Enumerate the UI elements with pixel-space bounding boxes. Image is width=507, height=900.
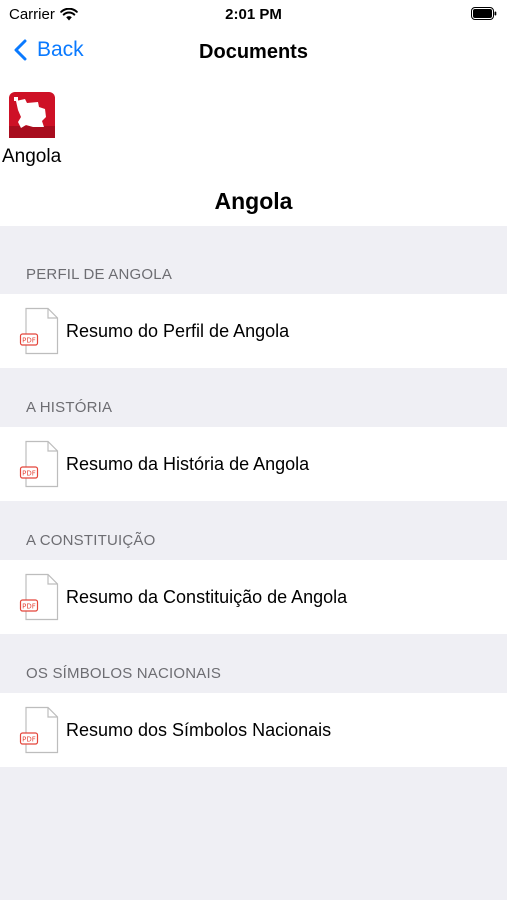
list-item-perfil[interactable]: PDF Resumo do Perfil de Angola — [0, 294, 507, 368]
section-header-constituicao: A CONSTITUIÇÃO — [26, 532, 156, 549]
list-item-label: Resumo do Perfil de Angola — [66, 321, 290, 341]
section-header-simbolos: OS SÍMBOLOS NACIONAIS — [26, 665, 222, 682]
pdf-file-icon: PDF — [19, 440, 59, 488]
country-name: Angola — [2, 146, 62, 167]
page-heading: Angola — [214, 188, 293, 214]
list-item-label: Resumo da História de Angola — [66, 454, 310, 474]
list-item-label: Resumo da Constituição de Angola — [66, 587, 348, 607]
section-header-historia: A HISTÓRIA — [26, 399, 113, 416]
list-item-simbolos[interactable]: PDF Resumo dos Símbolos Nacionais — [0, 693, 507, 767]
list-item-label: Resumo dos Símbolos Nacionais — [66, 720, 332, 740]
status-time: 2:01 PM — [225, 6, 282, 23]
pdf-file-icon: PDF — [19, 307, 59, 355]
pdf-file-icon: PDF — [19, 706, 59, 754]
svg-text:PDF: PDF — [22, 470, 36, 478]
header-area: Carrier 2:01 PM Back Documents Angola An… — [0, 0, 507, 226]
section-header-perfil: PERFIL DE ANGOLA — [26, 266, 173, 283]
pdf-file-icon: PDF — [19, 573, 59, 621]
status-bar: Carrier 2:01 PM — [0, 0, 507, 28]
nav-title: Documents — [199, 41, 308, 63]
list-item-constituicao[interactable]: PDF Resumo da Constituição de Angola — [0, 560, 507, 634]
battery-icon — [471, 7, 497, 20]
svg-text:PDF: PDF — [22, 603, 36, 611]
list-item-historia[interactable]: PDF Resumo da História de Angola — [0, 427, 507, 501]
svg-text:PDF: PDF — [22, 736, 36, 744]
angola-flag-icon — [9, 92, 55, 138]
navigation-bar: Back Documents — [0, 30, 507, 74]
svg-text:PDF: PDF — [22, 337, 36, 345]
